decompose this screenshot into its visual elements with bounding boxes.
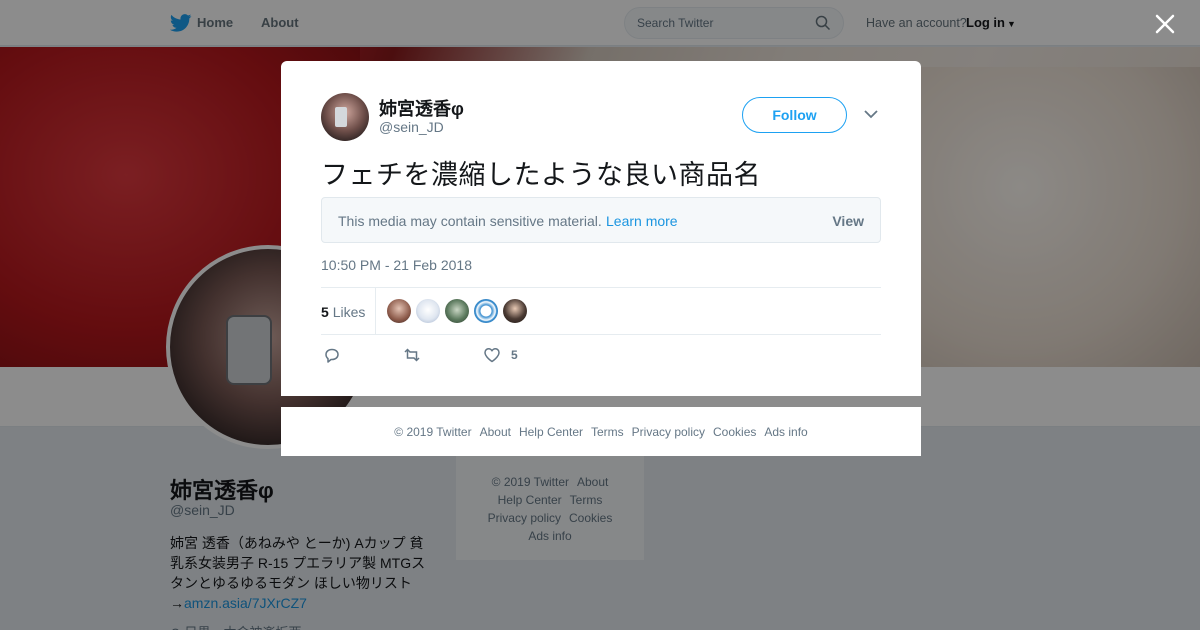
liker-avatar[interactable] [503,299,527,323]
liker-avatar[interactable] [445,299,469,323]
modal-footer: © 2019 Twitter About Help Center Terms P… [281,407,921,456]
tweet-author-handle[interactable]: @sein_JD [379,119,444,135]
chevron-down-icon[interactable] [864,109,878,119]
footer-privacy-link[interactable]: Privacy policy [632,425,705,439]
footer-about-link[interactable]: About [480,425,511,439]
close-icon[interactable] [1154,13,1176,35]
like-action-count: 5 [511,348,518,362]
learn-more-link[interactable]: Learn more [606,213,678,229]
sensitive-media-notice: This media may contain sensitive materia… [321,197,881,243]
likes-count[interactable]: 5 Likes [321,304,365,320]
tweet-actions: 5 [321,346,621,366]
stats-divider [375,288,376,334]
retweet-icon[interactable] [403,346,421,364]
tweet-timestamp[interactable]: 10:50 PM - 21 Feb 2018 [321,257,472,273]
tweet-stats: 5 Likes [321,287,881,335]
footer-ads-link[interactable]: Ads info [764,425,807,439]
liker-avatar[interactable] [416,299,440,323]
liker-avatar[interactable] [387,299,411,323]
footer-help-link[interactable]: Help Center [519,425,583,439]
avatar-phone-shape [335,107,347,127]
reply-icon[interactable] [323,346,341,364]
liker-avatar[interactable] [474,299,498,323]
footer-cookies-link[interactable]: Cookies [713,425,756,439]
tweet-author-name[interactable]: 姉宮透香φ [379,95,464,121]
likes-number: 5 [321,304,329,320]
follow-button[interactable]: Follow [742,97,847,133]
view-media-button[interactable]: View [832,213,864,229]
tweet-author-avatar[interactable] [321,93,369,141]
footer-terms-link[interactable]: Terms [591,425,624,439]
likes-label: Likes [332,304,366,320]
tweet-modal: 姉宮透香φ @sein_JD Follow フェチを濃縮したような良い商品名 T… [281,61,921,396]
sensitive-message: This media may contain sensitive materia… [338,213,602,229]
footer-copyright: © 2019 Twitter [394,424,472,439]
heart-icon[interactable] [483,346,501,364]
tweet-text: フェチを濃縮したような良い商品名 [321,160,761,191]
